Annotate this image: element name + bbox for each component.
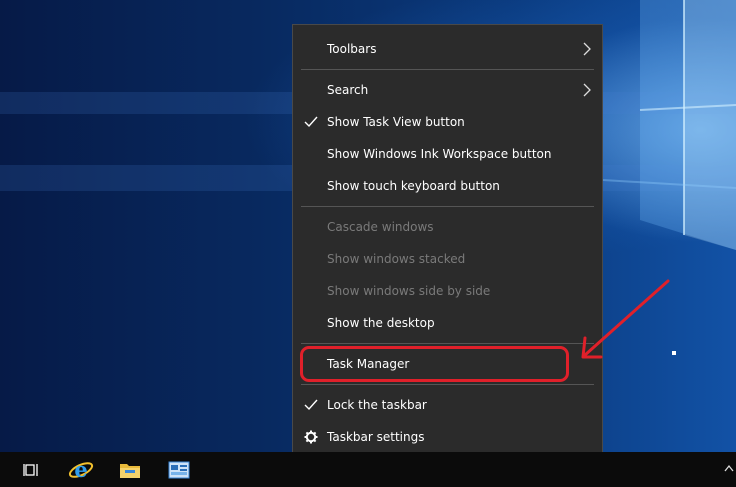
internet-explorer-icon[interactable]: e	[57, 452, 105, 487]
menu-item-label: Task Manager	[327, 357, 410, 371]
menu-item-taskbar-settings[interactable]: Taskbar settings	[293, 423, 602, 451]
menu-item-task-manager[interactable]: Task Manager	[293, 350, 602, 378]
menu-item-label: Lock the taskbar	[327, 398, 427, 412]
menu-separator	[301, 384, 594, 385]
menu-item-label: Show windows stacked	[327, 252, 466, 266]
menu-item-show-windows-side-by-side: Show windows side by side	[293, 277, 602, 305]
chevron-right-icon	[583, 42, 591, 56]
file-explorer-icon[interactable]	[106, 452, 154, 487]
server-manager-icon[interactable]	[155, 452, 203, 487]
menu-separator	[301, 206, 594, 207]
taskbar: e	[0, 452, 736, 487]
menu-item-show-windows-ink-workspace-button[interactable]: Show Windows Ink Workspace button	[293, 140, 602, 168]
menu-item-show-windows-stacked: Show windows stacked	[293, 245, 602, 273]
menu-separator	[301, 69, 594, 70]
menu-item-show-touch-keyboard-button[interactable]: Show touch keyboard button	[293, 172, 602, 200]
menu-item-search[interactable]: Search	[293, 76, 602, 104]
taskbar-context-menu: Toolbars Search Show Task View button Sh…	[292, 24, 603, 460]
menu-item-show-the-desktop[interactable]: Show the desktop	[293, 309, 602, 337]
task-view-icon[interactable]	[8, 452, 56, 487]
menu-item-label: Show Windows Ink Workspace button	[327, 147, 552, 161]
menu-item-label: Toolbars	[327, 42, 377, 56]
menu-item-label: Show touch keyboard button	[327, 179, 500, 193]
menu-separator	[301, 343, 594, 344]
checkmark-icon	[303, 397, 319, 413]
menu-item-label: Show Task View button	[327, 115, 465, 129]
gear-icon	[303, 429, 319, 445]
svg-text:e: e	[74, 458, 87, 482]
menu-item-label: Show the desktop	[327, 316, 435, 330]
menu-item-label: Search	[327, 83, 369, 97]
menu-item-lock-the-taskbar[interactable]: Lock the taskbar	[293, 391, 602, 419]
menu-item-label: Show windows side by side	[327, 284, 491, 298]
menu-item-cascade-windows: Cascade windows	[293, 213, 602, 241]
menu-item-label: Taskbar settings	[327, 430, 425, 444]
chevron-right-icon	[583, 83, 591, 97]
checkmark-icon	[303, 114, 319, 130]
chevron-up-icon[interactable]	[724, 461, 734, 475]
menu-item-show-task-view-button[interactable]: Show Task View button	[293, 108, 602, 136]
menu-item-label: Cascade windows	[327, 220, 434, 234]
cursor-dot	[672, 351, 676, 355]
menu-item-toolbars[interactable]: Toolbars	[293, 35, 602, 63]
